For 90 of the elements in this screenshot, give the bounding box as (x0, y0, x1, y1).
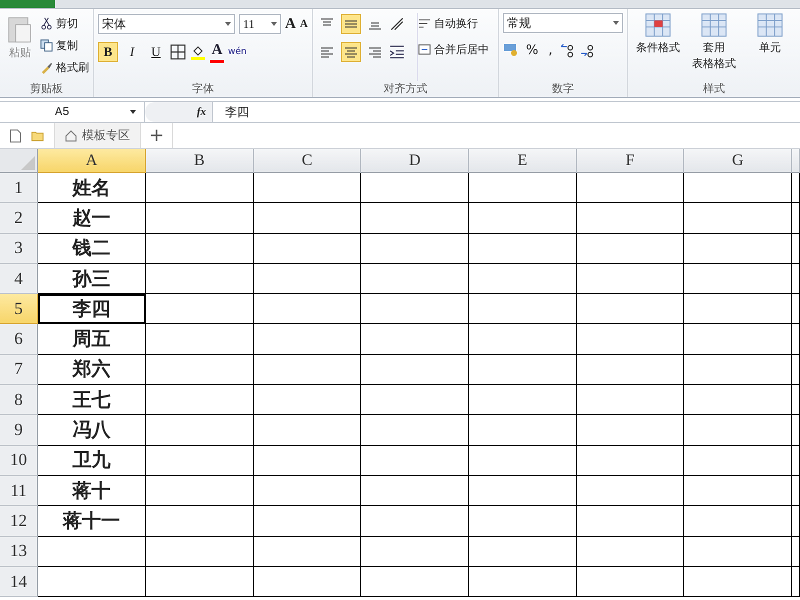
name-box[interactable]: A5 (0, 102, 145, 122)
row-header[interactable]: 13 (0, 536, 38, 567)
copy-icon (40, 38, 53, 52)
column-header[interactable]: F (576, 149, 684, 173)
clipboard-button[interactable]: 格式刷 (40, 57, 89, 77)
number-format-field[interactable]: 常规 (503, 13, 623, 33)
currency-icon[interactable] (503, 42, 519, 58)
style-button[interactable]: 条件格式 (632, 13, 684, 81)
table-cell: 蒋十 (38, 476, 146, 506)
table-cell: 孙三 (38, 264, 146, 294)
borders-icon[interactable] (170, 44, 186, 60)
table-cell: 郑六 (38, 354, 146, 386)
style-button[interactable]: 套用 表格格式 (688, 13, 740, 81)
horizontal-align-button[interactable] (340, 42, 361, 62)
table-cell: 赵一 (38, 203, 146, 234)
decrease-decimal-icon[interactable] (580, 42, 596, 58)
row-header[interactable]: 14 (0, 566, 38, 598)
phonetic-button[interactable]: wén (228, 47, 247, 57)
dropdown-arrow-icon (225, 22, 231, 26)
template-tab[interactable]: 模板专区 (54, 123, 141, 148)
merge-cells-icon (418, 42, 431, 56)
insert-function-button[interactable]: fx (145, 102, 213, 122)
font-style-button[interactable]: B (98, 42, 118, 62)
table-grid-icon (701, 13, 727, 39)
font-style-button[interactable]: U (146, 42, 166, 62)
comma-button[interactable]: , (545, 42, 556, 58)
row-header[interactable]: 2 (0, 203, 38, 234)
clipboard-icon (8, 17, 31, 42)
row-header[interactable]: 7 (0, 354, 38, 386)
scissors-icon (40, 16, 53, 30)
table-cell: 姓名 (38, 173, 146, 204)
column-header[interactable]: C (254, 149, 362, 173)
group-label: 数字 (551, 81, 575, 97)
merge-center-button[interactable]: 合并后居中 (418, 39, 489, 59)
row-header[interactable]: 5 (0, 294, 38, 324)
font-color-button[interactable]: A (210, 42, 224, 62)
indent-icon[interactable] (388, 44, 405, 60)
grow-font-button[interactable]: A (285, 16, 296, 32)
font-name-field[interactable]: 宋体 (98, 14, 235, 34)
font-style-button[interactable]: I (122, 42, 142, 62)
vertical-align-button[interactable] (340, 14, 361, 34)
brush-icon (40, 60, 53, 74)
table-grid-icon (645, 13, 671, 39)
align-left-icon (320, 45, 334, 59)
increase-decimal-icon[interactable] (560, 42, 576, 58)
table-cell: 李四 (38, 294, 146, 324)
row-header[interactable]: 4 (0, 264, 38, 294)
clipboard-button[interactable]: 复制 (40, 35, 89, 55)
wrap-text-icon (418, 16, 431, 30)
group-label: 字体 (190, 81, 215, 97)
font-size-field[interactable]: 11 (239, 14, 281, 34)
group-label: 对齐方式 (382, 81, 428, 97)
row-header[interactable]: 3 (0, 234, 38, 264)
orientation-icon[interactable] (388, 16, 405, 32)
row-header[interactable]: 1 (0, 173, 38, 204)
table-cell: 周五 (38, 324, 146, 355)
group-label: 剪贴板 (29, 81, 64, 97)
table-cell: 冯八 (38, 415, 146, 446)
row-header[interactable]: 12 (0, 506, 38, 537)
table-cell: 卫九 (38, 446, 146, 476)
table-cell: 蒋十一 (38, 506, 146, 537)
dropdown-arrow-icon (613, 21, 619, 25)
column-header[interactable]: D (361, 149, 470, 173)
new-document-icon[interactable] (9, 128, 22, 142)
table-cell: 王七 (38, 385, 146, 416)
row-header[interactable]: 9 (0, 415, 38, 446)
table-grid-icon (757, 13, 783, 39)
column-header[interactable]: B (146, 149, 254, 173)
new-tab-button[interactable]: + (141, 123, 174, 148)
style-button[interactable]: 单元 (744, 13, 796, 81)
row-header[interactable]: 6 (0, 324, 38, 355)
column-header[interactable]: A (38, 149, 146, 173)
column-header[interactable]: E (469, 149, 577, 173)
formula-field[interactable]: 李四 (213, 102, 249, 122)
align-center-icon (344, 45, 358, 59)
column-header[interactable]: G (684, 149, 792, 173)
align-right-icon (368, 45, 382, 59)
row-header[interactable]: 10 (0, 446, 38, 476)
shrink-font-button[interactable]: A (300, 18, 308, 30)
dropdown-arrow-icon (130, 110, 136, 114)
group-label: 样式 (702, 81, 726, 97)
home-icon (65, 130, 77, 142)
clipboard-button[interactable]: 剪切 (40, 13, 89, 33)
wrap-text-button[interactable]: 自动换行 (418, 13, 489, 33)
dropdown-arrow-icon (271, 22, 277, 26)
row-header[interactable]: 11 (0, 476, 38, 506)
percent-button[interactable]: % (523, 42, 542, 58)
row-header[interactable]: 8 (0, 385, 38, 416)
table-cell: 钱二 (38, 234, 146, 264)
fill-color-icon[interactable] (190, 44, 206, 60)
